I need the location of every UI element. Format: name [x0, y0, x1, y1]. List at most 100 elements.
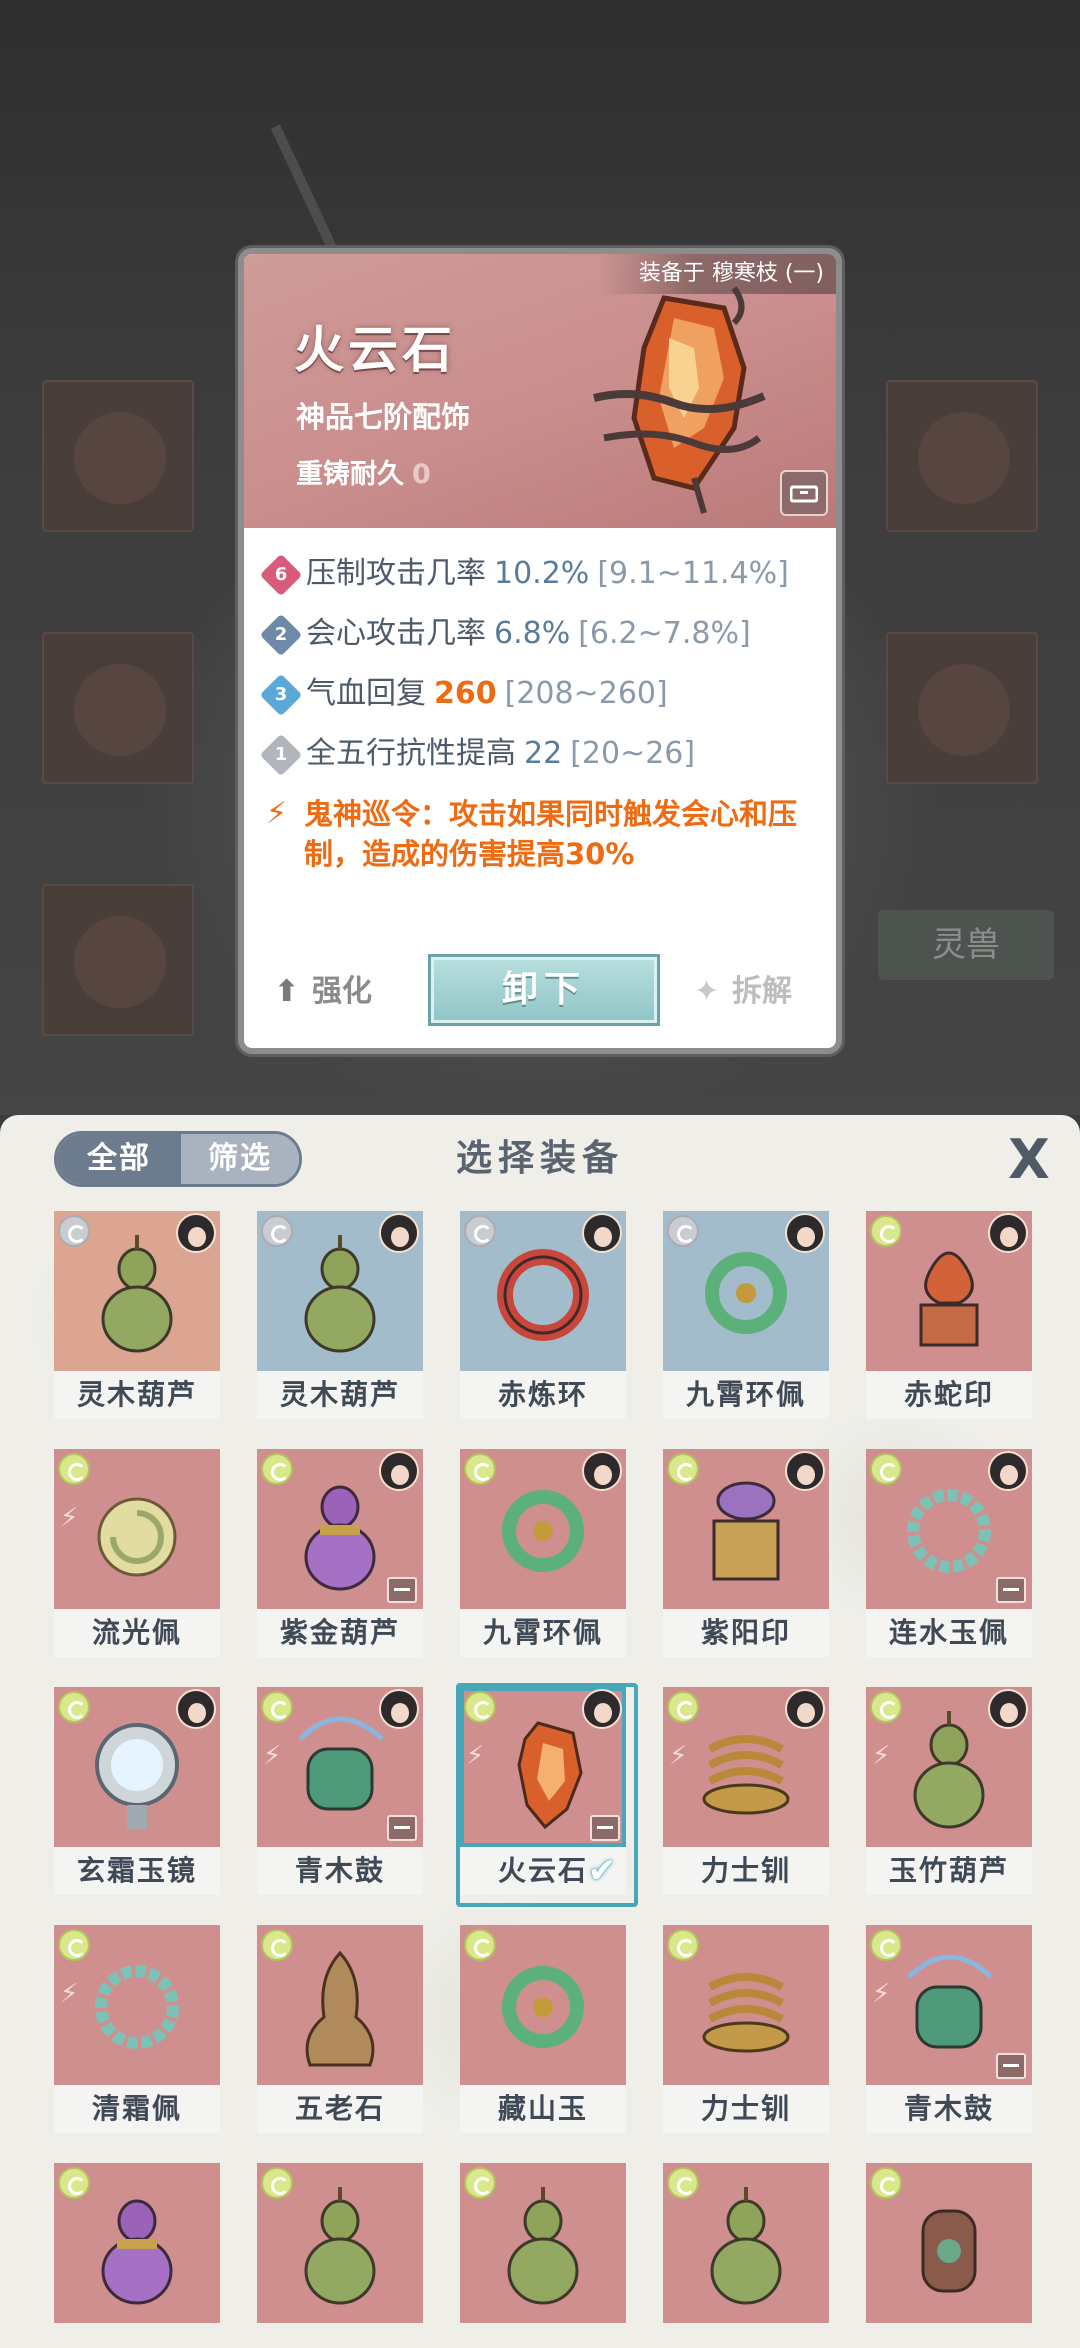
equipment-item[interactable]: 力士钏	[663, 1925, 829, 2133]
equipment-item[interactable]	[663, 2163, 829, 2348]
equip-slot-accessory[interactable]	[886, 632, 1038, 784]
stat-value: 6.8%	[494, 616, 571, 651]
item-tile: ⚡	[663, 1687, 829, 1847]
item-name: 青木鼓	[257, 1847, 423, 1895]
item-name: 力士钏	[663, 1847, 829, 1895]
special-effect-text: 鬼神巡令：攻击如果同时触发会心和压制，造成的伤害提高30%	[304, 797, 798, 871]
equipment-item[interactable]: 灵木葫芦	[257, 1211, 423, 1419]
stat-label: 气血回复	[306, 676, 426, 711]
stat-row: 2 会心攻击几率 6.8% [6.2~7.8%]	[259, 604, 836, 664]
seal-purple-icon	[712, 1481, 780, 1581]
stat-rank-badge: 1	[259, 733, 303, 776]
owner-avatar	[379, 1451, 419, 1491]
item-name: 力士钏	[663, 2085, 829, 2133]
item-tile	[663, 1211, 829, 1371]
item-name: 连水玉佩	[866, 1609, 1032, 1657]
lock-icon	[996, 1577, 1026, 1603]
gourd-green-icon	[304, 1235, 376, 1353]
equipment-item[interactable]	[54, 2163, 220, 2348]
owner-avatar	[582, 1451, 622, 1491]
element-tag-icon	[870, 1929, 902, 1961]
item-name: 玄霜玉镜	[54, 1847, 220, 1895]
element-tag-icon	[464, 1691, 496, 1723]
ring-green-icon	[502, 1490, 584, 1572]
owner-avatar	[379, 1213, 419, 1253]
equipment-item[interactable]: 紫金葫芦	[257, 1449, 423, 1657]
owner-avatar	[785, 1689, 825, 1729]
stat-row: 1 全五行抗性提高 22 [20~26]	[259, 724, 836, 784]
stat-range: [208~260]	[504, 676, 668, 711]
item-tile	[866, 1449, 1032, 1609]
item-tile	[460, 1211, 626, 1371]
lantern-icon	[921, 2209, 977, 2293]
item-tile	[866, 1211, 1032, 1371]
drum-icon	[907, 1954, 993, 2049]
item-name: 青木鼓	[866, 2085, 1032, 2133]
item-tile	[54, 1211, 220, 1371]
item-tile	[460, 1925, 626, 2085]
item-name: 紫阳印	[663, 1609, 829, 1657]
element-tag-icon	[261, 1215, 293, 1247]
owner-avatar	[785, 1451, 825, 1491]
dismantle-button[interactable]: ✦ 拆解	[694, 962, 792, 1022]
equipment-item[interactable]	[257, 2163, 423, 2348]
equip-slot-armor[interactable]	[42, 632, 194, 784]
ring-green-icon	[502, 1966, 584, 2048]
pet-button[interactable]: 灵兽	[878, 910, 1054, 980]
equipment-item[interactable]: 紫阳印	[663, 1449, 829, 1657]
owner-avatar	[379, 1689, 419, 1729]
stat-range: [20~26]	[570, 736, 696, 771]
equip-slot-weapon[interactable]	[42, 380, 194, 532]
equipment-item[interactable]: 赤蛇印	[866, 1211, 1032, 1419]
equipment-item[interactable]: 九霄环佩	[460, 1449, 626, 1657]
equipment-item[interactable]: 九霄环佩	[663, 1211, 829, 1419]
equipment-item[interactable]: ⚡ 玉竹葫芦	[866, 1687, 1032, 1895]
ring-teal-icon	[907, 1489, 991, 1573]
equipment-item[interactable]	[866, 2163, 1032, 2348]
element-tag-icon	[261, 1691, 293, 1723]
equipment-item[interactable]: ⚡ 火云石 ✔	[456, 1683, 638, 1907]
equipment-item[interactable]: 藏山玉	[460, 1925, 626, 2133]
equipment-item[interactable]: 五老石	[257, 1925, 423, 2133]
equipment-item[interactable]: ⚡ 青木鼓	[866, 1925, 1032, 2133]
ring-red-icon	[497, 1249, 589, 1341]
element-tag-icon	[58, 1215, 90, 1247]
equipment-item[interactable]: ⚡ 清霜佩	[54, 1925, 220, 2133]
equipment-item[interactable]	[460, 2163, 626, 2348]
item-name: 五老石	[257, 2085, 423, 2133]
element-tag-icon	[261, 1929, 293, 1961]
element-tag-icon	[667, 1453, 699, 1485]
drum-icon	[298, 1716, 384, 1811]
reforge-value: 0	[412, 459, 431, 490]
special-effect-icon: ⚡	[466, 1741, 485, 1771]
stat-rank-badge: 2	[259, 613, 303, 656]
enhance-button[interactable]: ⬆ 强化	[274, 962, 372, 1022]
item-tile	[663, 2163, 829, 2323]
unequip-button[interactable]: 卸下	[428, 954, 660, 1026]
stat-row: 3 气血回复 260 [208~260]	[259, 664, 836, 724]
element-tag-icon	[870, 2167, 902, 2199]
equipment-item[interactable]: 灵木葫芦	[54, 1211, 220, 1419]
item-grade: 神品七阶配饰	[296, 400, 471, 434]
item-name: 灵木葫芦	[257, 1371, 423, 1419]
seal-red-icon	[919, 1251, 979, 1347]
equip-slot-helmet[interactable]	[886, 380, 1038, 532]
equipment-item[interactable]: 赤炼环	[460, 1211, 626, 1419]
lock-button[interactable]	[780, 470, 828, 516]
equipment-item[interactable]: 连水玉佩	[866, 1449, 1032, 1657]
equipment-item[interactable]: ⚡ 流光佩	[54, 1449, 220, 1657]
lock-icon	[590, 1815, 620, 1841]
item-tile	[663, 1449, 829, 1609]
equipment-item[interactable]: ⚡ 力士钏	[663, 1687, 829, 1895]
equipment-item[interactable]: 玄霜玉镜	[54, 1687, 220, 1895]
equipment-item[interactable]: ⚡ 青木鼓	[257, 1687, 423, 1895]
owner-avatar	[176, 1213, 216, 1253]
special-effect: ⚡ 鬼神巡令：攻击如果同时触发会心和压制，造成的伤害提高30%	[266, 794, 826, 874]
equip-slot-boots[interactable]	[42, 884, 194, 1036]
item-name: 紫金葫芦	[257, 1609, 423, 1657]
stat-value: 260	[434, 676, 497, 711]
owner-avatar	[582, 1689, 622, 1729]
element-tag-icon	[870, 1691, 902, 1723]
dismantle-label: 拆解	[732, 974, 792, 1009]
stat-value: 22	[524, 736, 563, 771]
